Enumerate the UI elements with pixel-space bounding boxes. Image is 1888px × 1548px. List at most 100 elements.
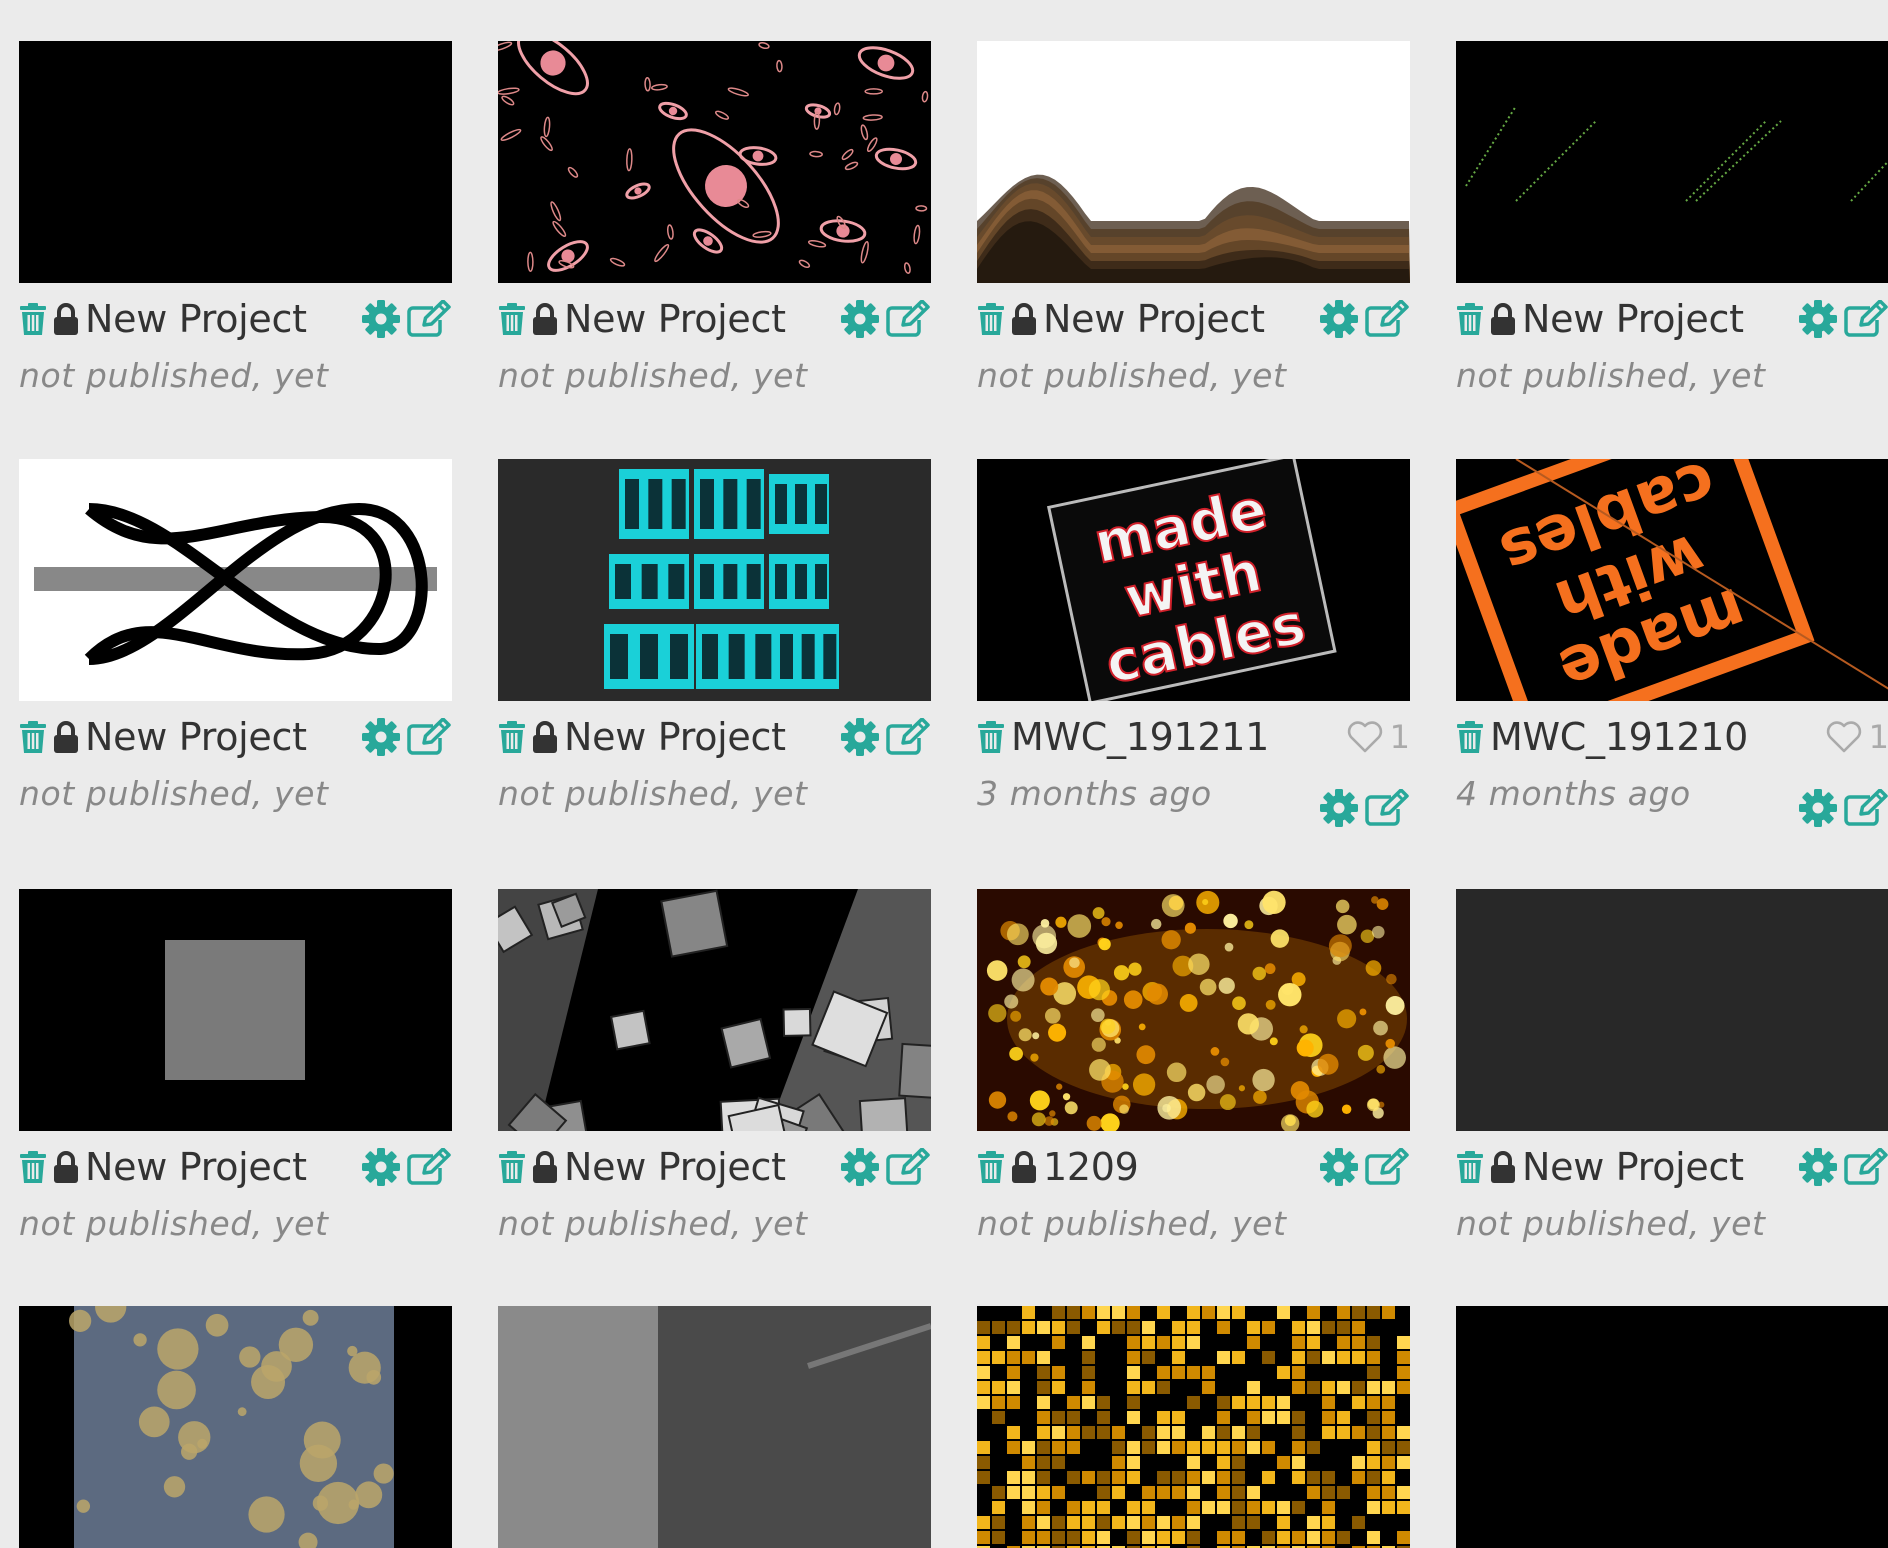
project-thumbnail[interactable] bbox=[19, 889, 452, 1131]
trash-icon[interactable] bbox=[977, 1150, 1005, 1184]
lock-icon bbox=[1490, 302, 1516, 336]
edit-icon[interactable] bbox=[1364, 299, 1410, 338]
edit-icon[interactable] bbox=[1364, 788, 1410, 827]
lock-icon bbox=[532, 302, 558, 336]
project-title[interactable]: New Project bbox=[564, 717, 786, 757]
project-title[interactable]: New Project bbox=[564, 1147, 786, 1187]
project-status: not published, yet bbox=[498, 774, 808, 813]
like-count: 1 bbox=[1868, 718, 1888, 756]
project-title[interactable]: New Project bbox=[1522, 299, 1744, 339]
gear-icon[interactable] bbox=[841, 718, 879, 756]
gear-icon[interactable] bbox=[841, 1148, 879, 1186]
edit-icon[interactable] bbox=[1843, 1147, 1888, 1186]
project-status: not published, yet bbox=[1456, 356, 1766, 395]
project-title[interactable]: New Project bbox=[1522, 1147, 1744, 1187]
gear-icon[interactable] bbox=[1799, 1148, 1837, 1186]
project-title-row: New Project bbox=[1456, 1147, 1888, 1187]
heart-icon bbox=[1825, 720, 1863, 754]
trash-icon[interactable] bbox=[1456, 302, 1484, 336]
edit-icon[interactable] bbox=[885, 717, 931, 756]
project-thumbnail[interactable] bbox=[1456, 889, 1888, 1131]
project-status: not published, yet bbox=[1456, 1204, 1766, 1243]
trash-icon[interactable] bbox=[977, 720, 1005, 754]
edit-icon[interactable] bbox=[406, 1147, 452, 1186]
project-thumbnail[interactable] bbox=[1456, 41, 1888, 283]
project-grid: New Project not published, yet New Proje… bbox=[0, 0, 1888, 1548]
trash-icon[interactable] bbox=[19, 302, 47, 336]
gear-icon[interactable] bbox=[362, 718, 400, 756]
project-actions bbox=[1791, 788, 1888, 828]
project-thumbnail[interactable] bbox=[977, 41, 1410, 283]
project-title[interactable]: New Project bbox=[85, 1147, 307, 1187]
project-title[interactable]: New Project bbox=[85, 717, 307, 757]
lock-icon bbox=[53, 1150, 79, 1184]
trash-icon[interactable] bbox=[498, 720, 526, 754]
project-thumbnail[interactable] bbox=[498, 889, 931, 1131]
trash-icon[interactable] bbox=[19, 720, 47, 754]
project-actions bbox=[1312, 788, 1410, 828]
trash-icon[interactable] bbox=[498, 302, 526, 336]
project-title-row: New Project bbox=[19, 299, 452, 339]
project-status: not published, yet bbox=[19, 1204, 329, 1243]
project-title[interactable]: MWC_191211 bbox=[1011, 717, 1269, 757]
trash-icon[interactable] bbox=[1456, 720, 1484, 754]
project-status: 3 months ago bbox=[977, 774, 1212, 813]
project-thumbnail[interactable] bbox=[19, 1306, 452, 1548]
project-status: not published, yet bbox=[498, 1204, 808, 1243]
gear-icon[interactable] bbox=[362, 300, 400, 338]
gear-icon[interactable] bbox=[841, 300, 879, 338]
gear-icon[interactable] bbox=[1799, 300, 1837, 338]
edit-icon[interactable] bbox=[885, 1147, 931, 1186]
project-thumbnail[interactable]: made with cables bbox=[977, 459, 1410, 701]
project-title-row: New Project bbox=[977, 299, 1410, 339]
project-status: not published, yet bbox=[19, 774, 329, 813]
trash-icon[interactable] bbox=[19, 1150, 47, 1184]
project-title-row: 1209 bbox=[977, 1147, 1410, 1187]
edit-icon[interactable] bbox=[1843, 299, 1888, 338]
gear-icon[interactable] bbox=[1320, 300, 1358, 338]
project-thumbnail[interactable] bbox=[1456, 1306, 1888, 1548]
project-thumbnail[interactable] bbox=[977, 889, 1410, 1131]
edit-icon[interactable] bbox=[406, 717, 452, 756]
trash-icon[interactable] bbox=[1456, 1150, 1484, 1184]
project-thumbnail[interactable]: made with cables bbox=[1456, 459, 1888, 701]
lock-icon bbox=[1011, 1150, 1037, 1184]
gear-icon[interactable] bbox=[1799, 789, 1837, 827]
project-thumbnail[interactable] bbox=[977, 1306, 1410, 1548]
like-button[interactable]: 1 bbox=[1346, 718, 1410, 756]
project-title-row: MWC_191210 1 bbox=[1456, 717, 1888, 757]
like-button[interactable]: 1 bbox=[1825, 718, 1888, 756]
project-thumbnail[interactable] bbox=[498, 459, 931, 701]
project-thumbnail[interactable] bbox=[19, 41, 452, 283]
project-title-row: New Project bbox=[19, 1147, 452, 1187]
project-title[interactable]: 1209 bbox=[1043, 1147, 1139, 1187]
project-status: not published, yet bbox=[19, 356, 329, 395]
project-title[interactable]: MWC_191210 bbox=[1490, 717, 1748, 757]
lock-icon bbox=[53, 720, 79, 754]
project-thumbnail[interactable] bbox=[498, 1306, 931, 1548]
project-title[interactable]: New Project bbox=[1043, 299, 1265, 339]
edit-icon[interactable] bbox=[1843, 788, 1888, 827]
edit-icon[interactable] bbox=[885, 299, 931, 338]
project-status: not published, yet bbox=[977, 356, 1287, 395]
lock-icon bbox=[532, 1150, 558, 1184]
project-title-row: New Project bbox=[1456, 299, 1888, 339]
project-status: not published, yet bbox=[977, 1204, 1287, 1243]
lock-icon bbox=[1490, 1150, 1516, 1184]
trash-icon[interactable] bbox=[977, 302, 1005, 336]
project-thumbnail[interactable] bbox=[19, 459, 452, 701]
lock-icon bbox=[532, 720, 558, 754]
project-status: 4 months ago bbox=[1456, 774, 1691, 813]
project-title[interactable]: New Project bbox=[85, 299, 307, 339]
gear-icon[interactable] bbox=[1320, 789, 1358, 827]
project-title[interactable]: New Project bbox=[564, 299, 786, 339]
edit-icon[interactable] bbox=[1364, 1147, 1410, 1186]
trash-icon[interactable] bbox=[498, 1150, 526, 1184]
project-title-row: New Project bbox=[19, 717, 452, 757]
lock-icon bbox=[53, 302, 79, 336]
like-count: 1 bbox=[1389, 718, 1410, 756]
project-thumbnail[interactable] bbox=[498, 41, 931, 283]
edit-icon[interactable] bbox=[406, 299, 452, 338]
gear-icon[interactable] bbox=[1320, 1148, 1358, 1186]
gear-icon[interactable] bbox=[362, 1148, 400, 1186]
